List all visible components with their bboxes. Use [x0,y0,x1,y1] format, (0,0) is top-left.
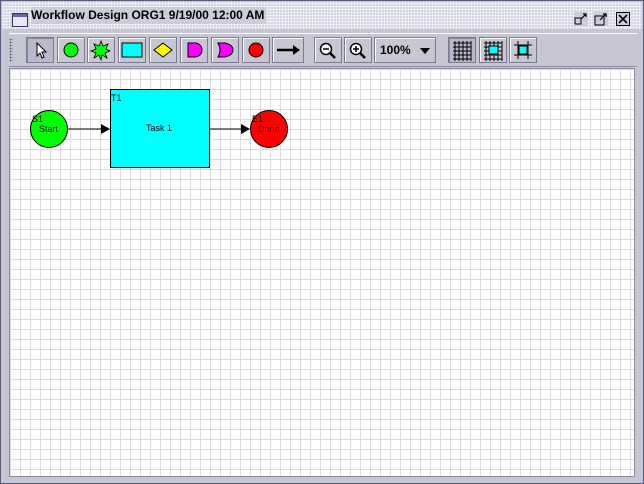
edge-start-to-task[interactable] [68,124,110,134]
start-node[interactable]: S1 Start [30,110,68,148]
task-node-tool[interactable] [118,37,146,63]
red-circle-icon [248,42,264,58]
select-tool[interactable] [26,37,54,63]
arrow-pointer-icon [36,41,48,59]
yellow-diamond-icon [153,42,173,58]
edge-task-to-done[interactable] [210,124,250,134]
close-icon[interactable] [616,12,630,26]
align-grid-icon [514,41,532,59]
diagram-canvas[interactable]: S1 Start T1 Task 1 E1 Done [9,68,635,477]
zoom-level-value: 100% [380,43,411,57]
end-node-tool[interactable] [242,37,270,63]
window-title: Workflow Design ORG1 9/19/00 12:00 AM [31,7,267,24]
green-star-icon [89,39,111,62]
connector-layer [68,124,250,134]
magenta-and-gate-icon [187,42,203,58]
chevron-down-icon[interactable] [420,48,430,54]
end-node-id: E1 [252,114,264,124]
magenta-or-gate-icon [217,42,234,58]
start-node-id: S1 [32,114,44,124]
task-node-id: T1 [111,93,122,103]
green-circle-icon [63,42,79,58]
cyan-rectangle-icon [121,42,143,58]
connector-tool[interactable] [272,37,304,63]
task-node[interactable]: T1 Task 1 [110,89,210,168]
title-bar[interactable]: Workflow Design ORG1 9/19/00 12:00 AM [2,2,642,29]
window-icon [12,13,28,27]
zoom-in-button[interactable] [344,37,372,63]
snap-to-grid-button[interactable] [479,37,507,63]
end-node[interactable]: E1 Done [250,110,288,148]
arrow-right-icon [277,45,300,55]
zoom-out-button[interactable] [314,37,342,63]
task-node-label: Task 1 [146,123,173,133]
zoom-in-icon [349,42,366,59]
toolbar-grip[interactable] [9,38,13,62]
start-node-label: Start [39,124,59,134]
and-node-tool[interactable] [180,37,208,63]
decision-node-tool[interactable] [149,37,177,63]
zoom-level-select[interactable]: 100% [374,37,436,63]
or-node-tool[interactable] [211,37,239,63]
grid-icon [453,41,472,61]
start-node-tool[interactable] [57,37,85,63]
show-grid-button[interactable] [448,37,476,63]
workflow-design-window: Workflow Design ORG1 9/19/00 12:00 AM 10… [0,0,644,484]
snap-grid-icon [484,41,503,61]
align-grid-button[interactable] [509,37,537,63]
event-node-tool[interactable] [87,37,115,63]
end-node-label: Done [258,124,280,134]
maximize-icon[interactable] [594,12,608,26]
zoom-out-icon [319,42,336,59]
minimize-icon[interactable] [574,12,588,26]
toolbar: 100% [9,33,637,67]
